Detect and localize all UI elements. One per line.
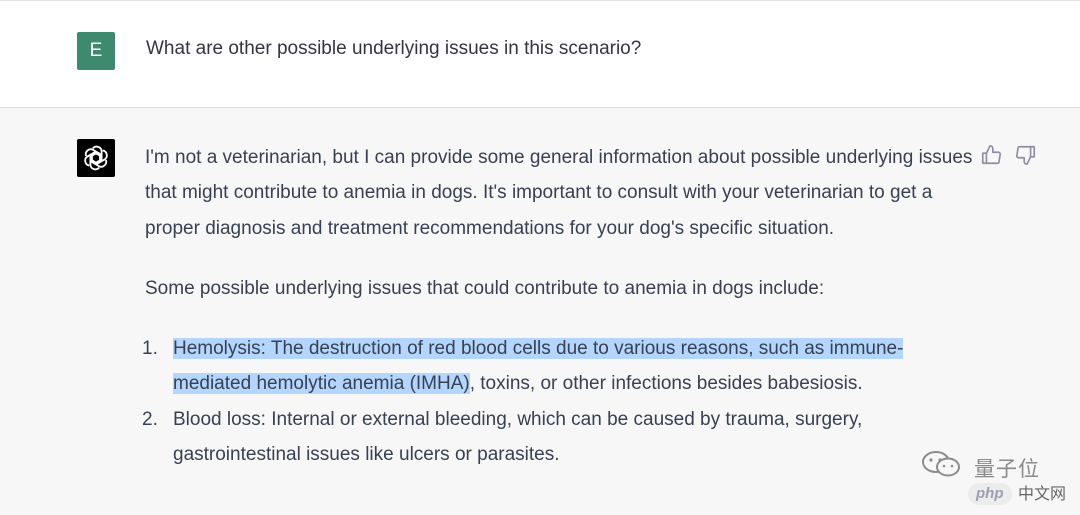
assistant-message-row: I'm not a veterinarian, but I can provid… — [0, 108, 1080, 515]
list-item: 1. Hemolysis: The destruction of red blo… — [142, 331, 975, 402]
user-avatar: E — [77, 32, 115, 70]
list-item-number: 1. — [142, 338, 158, 360]
watermark-site-name: 中文网 — [1018, 484, 1067, 503]
watermark-php-badge: php — [968, 483, 1012, 505]
assistant-message-body: I'm not a veterinarian, but I can provid… — [142, 140, 975, 473]
assistant-paragraph-1: I'm not a veterinarian, but I can provid… — [145, 147, 973, 239]
assistant-avatar — [77, 139, 115, 177]
watermark-name: 量子位 — [974, 457, 1040, 481]
user-avatar-letter: E — [89, 40, 103, 61]
wechat-logo-icon — [922, 451, 960, 477]
thumbs-down-icon — [1016, 145, 1036, 165]
issues-list: 1. Hemolysis: The destruction of red blo… — [142, 331, 975, 473]
thumbs-down-button[interactable] — [1015, 144, 1037, 166]
user-message-row: E What are other possible underlying iss… — [0, 1, 1080, 108]
list-item-text: , toxins, or other infections besides ba… — [469, 373, 863, 395]
openai-logo-icon — [84, 145, 108, 171]
list-item-number: 2. — [142, 408, 158, 430]
assistant-paragraph-2: Some possible underlying issues that cou… — [145, 277, 825, 299]
thumbs-up-icon — [981, 145, 1001, 165]
thumbs-up-button[interactable] — [980, 144, 1002, 166]
user-message-text: What are other possible underlying issue… — [146, 38, 642, 59]
list-item: 2. Blood loss: Internal or external blee… — [142, 402, 975, 473]
watermark: 量子位 php 中文网 — [918, 447, 1080, 515]
list-item-text: Blood loss: Internal or external bleedin… — [173, 408, 863, 466]
